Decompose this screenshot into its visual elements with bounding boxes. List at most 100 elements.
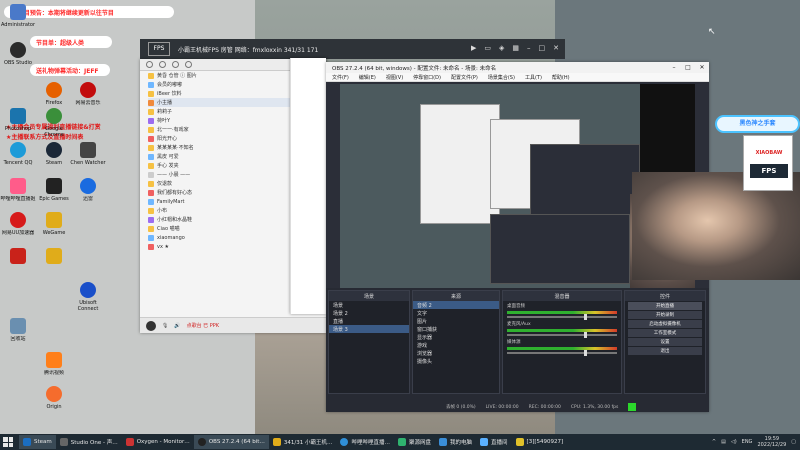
input-language[interactable]: ENG — [742, 439, 753, 445]
volume-icon[interactable]: ◁) — [731, 439, 737, 445]
desktop-icon-bilibili[interactable]: 哔哩哔哩直播姬 — [0, 178, 36, 214]
notification-icon[interactable]: ▢ — [791, 439, 796, 445]
menu-view[interactable]: 视图(V) — [386, 74, 403, 81]
browser-icon — [340, 438, 349, 446]
obs-title: OBS 27.2.4 (64 bit, windows) - 配置文件: 未命名… — [332, 65, 497, 72]
source-item[interactable]: 文字 — [413, 309, 499, 317]
menu-docks[interactable]: 停靠窗口(D) — [413, 74, 441, 81]
start-button[interactable] — [3, 437, 13, 447]
virtual-camera-button[interactable]: 启动虚拟摄像机 — [628, 320, 702, 328]
start-recording-button[interactable]: 开始录制 — [628, 311, 702, 319]
menu-icon[interactable] — [185, 61, 192, 68]
close-icon[interactable]: ✕ — [695, 64, 709, 71]
desktop-icon-obs[interactable]: OBS Studio — [0, 42, 36, 78]
desktop-icon-tencent-video[interactable]: 腾讯视频 — [36, 352, 72, 388]
close-icon[interactable]: ✕ — [553, 44, 559, 52]
screen-icon[interactable]: ▭ — [484, 44, 491, 52]
scene-item[interactable]: 直播 — [329, 317, 409, 325]
menu-edit[interactable]: 编辑(E) — [359, 74, 376, 81]
chat-bottom-bar: 🎙 🔊 点歌台 已 PPK — [140, 317, 326, 333]
source-item[interactable]: 游戏 — [413, 341, 499, 349]
widget-fps-logo: FPS — [750, 164, 788, 178]
widget-brand: XIAOBAW — [755, 150, 783, 156]
home-icon[interactable] — [146, 61, 153, 68]
obs-icon — [197, 438, 206, 446]
grid-icon[interactable]: ▦ — [512, 44, 519, 52]
desktop-icon-yellow-app[interactable] — [36, 248, 72, 284]
folder-icon — [439, 438, 448, 446]
live-icon — [480, 438, 489, 446]
desktop-icon-red-app[interactable] — [0, 248, 36, 284]
video-icon[interactable]: ▶ — [471, 44, 476, 52]
scene-item[interactable]: 场景 — [329, 301, 409, 309]
mixer-channel[interactable]: 麦克风/Aux — [503, 319, 621, 338]
desktop-icon-chrome[interactable]: Google Chrome — [36, 108, 72, 144]
source-item[interactable]: 窗口捕获 — [413, 325, 499, 333]
mixer-dock: 混音器 桌面音频 麦克风/Aux 媒体源 — [502, 290, 622, 394]
menu-scene-collection[interactable]: 场景集合(S) — [488, 74, 515, 81]
mixer-dock-title: 混音器 — [503, 291, 621, 301]
desktop-icon-qq[interactable]: Tencent QQ — [0, 142, 36, 178]
taskbar-item-studio-one[interactable]: Studio One - 声… — [56, 435, 122, 449]
menu-tools[interactable]: 工具(T) — [525, 74, 542, 81]
taskbar-item-chat-app[interactable]: 341/31 小霸王机… — [269, 435, 337, 449]
xunlei-icon — [80, 178, 96, 194]
mic-icon[interactable]: 🎙 — [162, 323, 168, 329]
desktop-icon-ubisoft[interactable]: Ubisoft Connect — [70, 282, 106, 318]
desktop-icon-chen-watcher[interactable]: Chen Watcher — [70, 142, 106, 178]
source-item[interactable]: 图片 — [413, 317, 499, 325]
desktop-icon-photoshop[interactable]: Photoshop — [0, 108, 36, 144]
mixer-channel[interactable]: 桌面音频 — [503, 301, 621, 320]
source-item[interactable]: 摄像头 — [413, 357, 499, 365]
desktop-icon-uu[interactable]: 网易UU加速器 — [0, 212, 36, 248]
taskbar-item-live-room[interactable]: 直播间 — [476, 435, 512, 449]
settings-button[interactable]: 设置 — [628, 338, 702, 346]
taskbar-item-obs[interactable]: OBS 27.2.4 (64 bit… — [193, 435, 269, 449]
desktop-icon-music[interactable]: 网易云音乐 — [70, 82, 106, 118]
mixer-channel[interactable]: 媒体源 — [503, 337, 621, 356]
taskbar-item-steam[interactable]: Steam — [19, 435, 56, 449]
desktop-icon-epic[interactable]: Epic Games — [36, 178, 72, 214]
clock[interactable]: 19:59 2022/12/29 — [757, 436, 786, 448]
netdisk-icon — [398, 438, 406, 446]
tray-up-arrow-icon[interactable]: ^ — [712, 439, 716, 445]
minimize-icon[interactable]: – — [527, 44, 531, 52]
maximize-icon[interactable]: □ — [681, 64, 695, 71]
menu-profile[interactable]: 配置文件(P) — [451, 74, 478, 81]
source-item[interactable]: 浏览器 — [413, 349, 499, 357]
obs-menubar: 文件(F) 编辑(E) 视图(V) 停靠窗口(D) 配置文件(P) 场景集合(S… — [326, 73, 709, 82]
desktop-icon-xunlei[interactable]: 迅雷 — [70, 178, 106, 214]
status-indicator — [628, 403, 637, 411]
taskbar-item-yellow-app[interactable]: [3][5490927] — [512, 435, 568, 449]
menu-help[interactable]: 帮助(H) — [552, 74, 570, 81]
desktop-icon-steam[interactable]: Steam — [36, 142, 72, 178]
bilibili-icon — [10, 178, 26, 194]
studio-mode-button[interactable]: 工作室模式 — [628, 329, 702, 337]
desktop-icon-administrator[interactable]: Administrator — [0, 4, 36, 40]
desktop-icon-origin[interactable]: Origin — [36, 386, 72, 422]
source-item[interactable]: 显示器 — [413, 333, 499, 341]
settings-icon[interactable] — [172, 61, 179, 68]
user-folder-icon — [10, 4, 26, 20]
taskbar-item-bilibili[interactable]: 哔哩哔哩直播… — [336, 435, 394, 449]
volume-icon[interactable]: 🔊 — [174, 323, 180, 329]
avatar[interactable] — [146, 320, 156, 331]
marquee-banner-2: 节目单：超级人类 — [30, 36, 112, 48]
menu-file[interactable]: 文件(F) — [332, 74, 349, 81]
search-icon[interactable] — [159, 61, 166, 68]
maximize-icon[interactable]: □ — [539, 44, 546, 52]
desktop-icon-recycle-bin[interactable]: 回收站 — [0, 318, 36, 354]
desktop-icon-wegame[interactable]: WeGame — [36, 212, 72, 248]
taskbar-item-oxygen[interactable]: Oxygen - Monitor… — [122, 435, 194, 449]
network-icon[interactable]: ▤ — [721, 439, 726, 445]
gamepad-icon[interactable]: ◈ — [499, 44, 504, 52]
recycle-bin-icon — [10, 318, 26, 334]
minimize-icon[interactable]: – — [667, 64, 681, 71]
scene-item[interactable]: 场景 3 — [329, 325, 409, 333]
start-streaming-button[interactable]: 开始直播 — [628, 302, 702, 310]
taskbar-item-netdisk[interactable]: 聚源网盘 — [394, 435, 435, 449]
exit-button[interactable]: 退出 — [628, 347, 702, 355]
scene-item[interactable]: 场景 2 — [329, 309, 409, 317]
taskbar-item-computer[interactable]: 我的电脑 — [435, 435, 476, 449]
source-item[interactable]: 音频 2 — [413, 301, 499, 309]
